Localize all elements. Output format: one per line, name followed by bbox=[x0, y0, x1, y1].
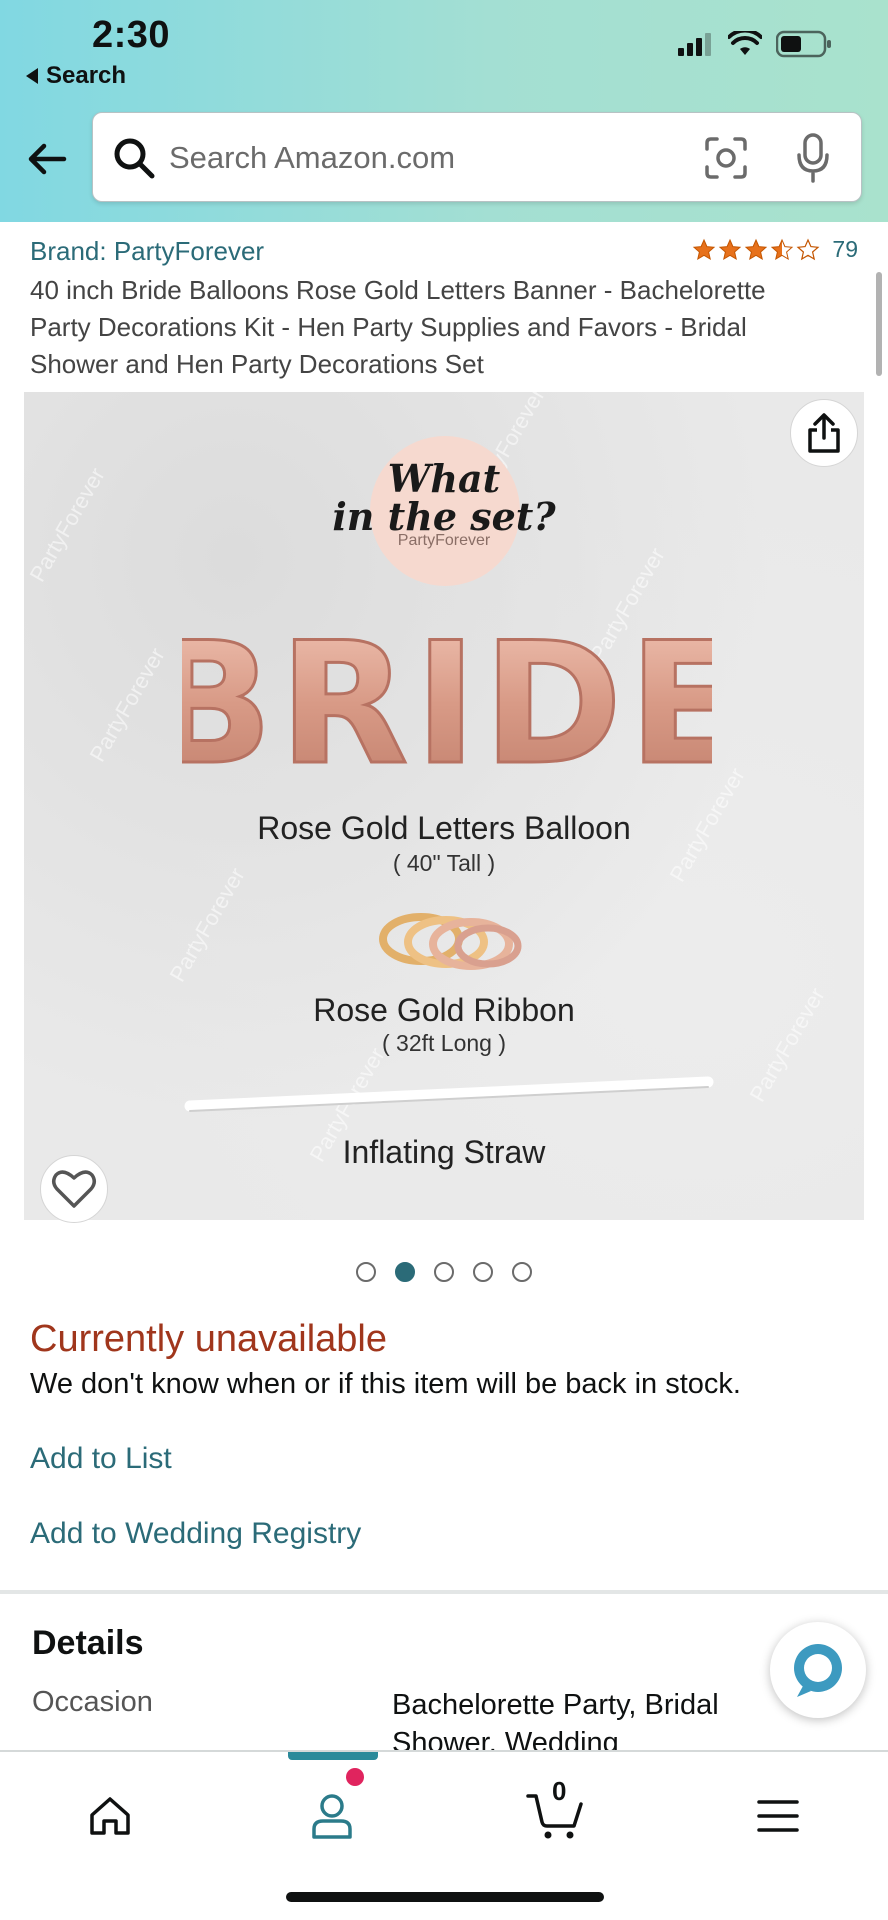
search-input[interactable] bbox=[169, 131, 669, 185]
nav-active-indicator bbox=[288, 1752, 378, 1760]
cart-count: 0 bbox=[552, 1776, 567, 1806]
carousel-dot[interactable] bbox=[356, 1262, 376, 1282]
brand-link[interactable]: Brand: PartyForever bbox=[30, 236, 264, 267]
camera-search-icon[interactable] bbox=[703, 135, 749, 181]
add-to-registry-link[interactable]: Add to Wedding Registry bbox=[30, 1517, 361, 1551]
carousel-dot[interactable] bbox=[473, 1262, 493, 1282]
nav-home[interactable] bbox=[70, 1776, 150, 1856]
chat-bubble-icon bbox=[794, 1644, 842, 1697]
rating-summary[interactable]: 79 bbox=[692, 236, 858, 263]
notification-dot bbox=[346, 1768, 364, 1786]
menu-icon bbox=[757, 1800, 799, 1832]
status-time: 2:30 bbox=[92, 14, 171, 56]
home-indicator bbox=[286, 1892, 604, 1902]
wifi-icon bbox=[728, 31, 762, 55]
detail-key: Occasion bbox=[32, 1686, 153, 1718]
item2-name: Rose Gold Ribbon bbox=[313, 992, 575, 1028]
battery-icon bbox=[776, 30, 831, 58]
image-logo-text: PartyForever bbox=[397, 532, 491, 549]
nav-menu[interactable] bbox=[738, 1776, 818, 1856]
carousel-dot[interactable] bbox=[434, 1262, 454, 1282]
watermark-text: PartyForever bbox=[164, 863, 250, 987]
image-heading-line2: in the set? bbox=[332, 494, 556, 539]
microphone-icon[interactable] bbox=[795, 133, 831, 183]
account-icon bbox=[312, 1794, 352, 1839]
nav-account[interactable] bbox=[292, 1776, 372, 1856]
bride-balloons-graphic: BRIDE bbox=[182, 620, 712, 780]
back-to-search-label: Search bbox=[46, 62, 127, 89]
signal-icon bbox=[678, 33, 711, 56]
availability-status: Currently unavailable bbox=[30, 1318, 387, 1360]
ribbon-graphic bbox=[379, 913, 522, 970]
item3-name: Inflating Straw bbox=[342, 1134, 546, 1170]
balloon-letters: BRIDE bbox=[182, 620, 712, 780]
back-triangle-icon bbox=[26, 68, 38, 84]
scrollbar[interactable] bbox=[876, 272, 882, 376]
product-image-carousel[interactable]: PartyForever PartyForever PartyForever P… bbox=[24, 392, 864, 1220]
details-heading: Details bbox=[32, 1624, 144, 1662]
image-heading-line1: What bbox=[387, 456, 501, 501]
share-icon bbox=[808, 413, 840, 453]
chat-assistant-button[interactable] bbox=[770, 1622, 866, 1718]
straw-graphic bbox=[184, 1076, 714, 1112]
wishlist-button[interactable] bbox=[40, 1155, 108, 1223]
add-to-list-link[interactable]: Add to List bbox=[30, 1442, 172, 1476]
rating-count: 79 bbox=[832, 236, 858, 262]
availability-message: We don't know when or if this item will … bbox=[30, 1368, 741, 1400]
home-icon bbox=[90, 1797, 130, 1835]
star-rating bbox=[692, 238, 820, 262]
image-heading: What in the set? bbox=[24, 460, 864, 536]
carousel-dot-active[interactable] bbox=[395, 1262, 415, 1282]
carousel-indicators bbox=[0, 1262, 888, 1282]
search-bar[interactable] bbox=[92, 112, 862, 202]
search-icon bbox=[114, 138, 155, 179]
heart-icon bbox=[52, 1170, 96, 1208]
back-arrow-icon[interactable] bbox=[24, 136, 70, 182]
star-full-icon bbox=[719, 238, 742, 260]
item1-size: ( 40" Tall ) bbox=[392, 850, 496, 876]
share-button[interactable] bbox=[790, 399, 858, 467]
star-full-icon bbox=[745, 238, 768, 260]
item1-name: Rose Gold Letters Balloon bbox=[257, 810, 631, 846]
status-icons bbox=[678, 30, 832, 58]
back-to-search-link[interactable]: Search bbox=[26, 62, 126, 90]
app-header: 2:30 Search bbox=[0, 0, 888, 222]
item2-size: ( 32ft Long ) bbox=[381, 1030, 507, 1056]
star-half-icon bbox=[771, 238, 794, 260]
watermark-text: PartyForever bbox=[84, 643, 170, 767]
section-divider bbox=[0, 1590, 888, 1594]
star-full-icon bbox=[693, 238, 716, 260]
product-title: 40 inch Bride Balloons Rose Gold Letters… bbox=[30, 275, 766, 379]
star-empty-icon bbox=[796, 238, 820, 260]
carousel-dot[interactable] bbox=[512, 1262, 532, 1282]
